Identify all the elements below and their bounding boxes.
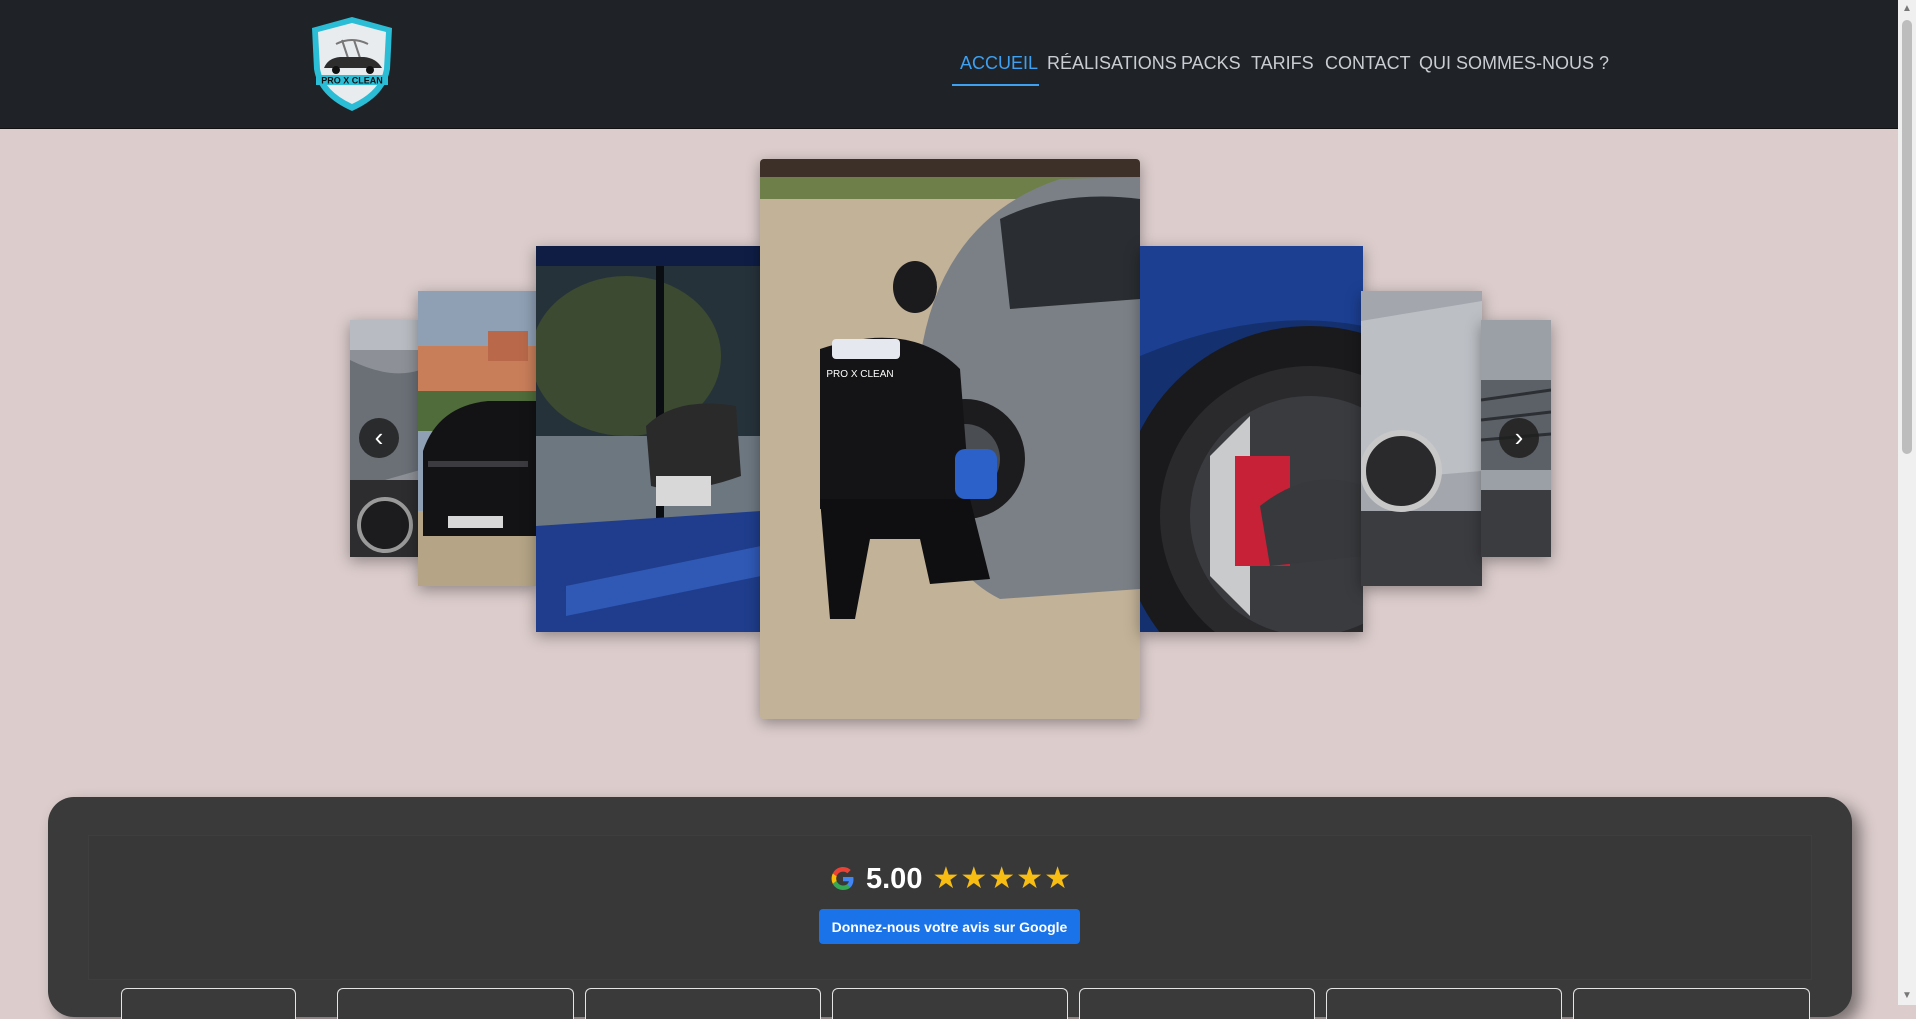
- site-header: PRO X CLEAN ACCUEIL RÉALISATIONS PACKS T…: [0, 0, 1898, 129]
- carousel-slide-left-2[interactable]: [418, 291, 538, 586]
- page-scrollbar[interactable]: ▲ ▼: [1898, 0, 1916, 1005]
- review-card[interactable]: [585, 988, 821, 1019]
- nav-accueil[interactable]: ACCUEIL: [960, 53, 1038, 74]
- scroll-up-arrow-icon[interactable]: ▲: [1901, 3, 1913, 15]
- review-card[interactable]: [832, 988, 1068, 1019]
- review-card[interactable]: [1326, 988, 1562, 1019]
- star-icon: ★: [988, 862, 1016, 895]
- nav-qui-sommes-nous[interactable]: QUI SOMMES-NOUS ?: [1419, 53, 1609, 74]
- reviews-widget: [88, 835, 1812, 980]
- star-icon: ★: [1016, 862, 1044, 895]
- rating-value: 5.00: [866, 862, 923, 895]
- google-rating: 5.00 ★ ★ ★ ★ ★: [830, 862, 1071, 896]
- review-card[interactable]: [1079, 988, 1315, 1019]
- nav-packs[interactable]: PACKS: [1181, 53, 1241, 74]
- carousel-slide-left-1[interactable]: [536, 246, 761, 632]
- review-card[interactable]: [121, 988, 296, 1019]
- main-nav: ACCUEIL RÉALISATIONS PACKS TARIFS CONTAC…: [0, 50, 1898, 90]
- review-card[interactable]: [337, 988, 574, 1019]
- google-review-button[interactable]: Donnez-nous votre avis sur Google: [819, 909, 1080, 944]
- carousel-slide-center[interactable]: PRO X CLEAN: [760, 159, 1140, 719]
- review-card[interactable]: [1573, 988, 1810, 1019]
- star-rating: ★ ★ ★ ★ ★: [932, 864, 1071, 894]
- nav-realisations[interactable]: RÉALISATIONS: [1047, 53, 1177, 74]
- carousel-slide-right-1[interactable]: [1140, 246, 1363, 632]
- star-icon: ★: [932, 862, 960, 895]
- carousel-slide-right-2[interactable]: [1361, 291, 1482, 586]
- carousel-next-button[interactable]: ›: [1499, 418, 1539, 458]
- reviews-panel: [48, 797, 1852, 1017]
- active-nav-underline: [952, 84, 1039, 86]
- star-icon: ★: [1044, 862, 1071, 895]
- photo-carousel: PRO X CLEAN ‹ ›: [0, 128, 1898, 768]
- nav-tarifs[interactable]: TARIFS: [1251, 53, 1314, 74]
- hoodie-text: PRO X CLEAN: [826, 369, 893, 380]
- carousel-prev-button[interactable]: ‹: [359, 418, 399, 458]
- nav-contact[interactable]: CONTACT: [1325, 53, 1411, 74]
- scroll-down-arrow-icon[interactable]: ▼: [1901, 990, 1913, 1002]
- google-g-icon: [831, 867, 854, 890]
- star-icon: ★: [960, 862, 988, 895]
- scrollbar-thumb[interactable]: [1902, 20, 1912, 454]
